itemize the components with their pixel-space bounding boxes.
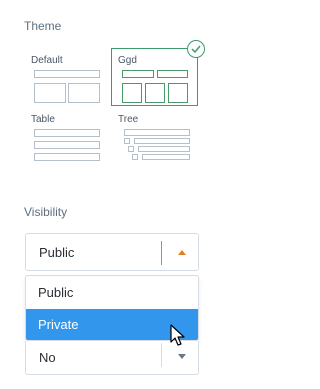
theme-option-ggd-label: Ggd	[118, 55, 137, 66]
tree-node	[124, 138, 130, 144]
layout-bar	[34, 141, 100, 149]
tree-node	[128, 146, 134, 152]
layout-block	[34, 83, 66, 103]
theme-option-table-label: Table	[31, 114, 55, 125]
tree-bar	[142, 154, 190, 160]
theme-option-tree[interactable]	[124, 129, 192, 163]
theme-option-ggd[interactable]	[122, 70, 190, 105]
chevron-down-icon[interactable]	[178, 354, 186, 359]
layout-bar	[34, 70, 100, 78]
layout-bar	[157, 70, 188, 78]
chevron-up-icon[interactable]	[178, 250, 186, 255]
check-icon	[187, 40, 205, 58]
layout-block	[168, 83, 188, 103]
theme-option-table[interactable]	[34, 129, 102, 163]
select-separator	[161, 241, 162, 265]
layout-bar	[34, 129, 100, 137]
tree-node	[132, 154, 138, 160]
mouse-cursor-icon	[170, 324, 185, 346]
layout-block	[68, 83, 100, 103]
theme-label: Theme	[24, 19, 62, 33]
visibility-current-value: Public	[39, 245, 75, 260]
select-separator	[161, 343, 162, 367]
no-select-value: No	[39, 350, 56, 365]
tree-root-bar	[124, 129, 190, 136]
theme-option-tree-label: Tree	[118, 114, 139, 125]
visibility-select[interactable]: Public	[25, 233, 199, 271]
theme-option-default[interactable]	[34, 70, 102, 105]
theme-option-default-label: Default	[31, 55, 63, 66]
tree-bar	[134, 138, 190, 144]
visibility-label: Visibility	[24, 205, 68, 219]
layout-block	[145, 83, 165, 103]
menu-item-public[interactable]: Public	[26, 277, 198, 309]
layout-bar	[122, 70, 154, 78]
layout-bar	[34, 153, 100, 161]
layout-block	[122, 83, 142, 103]
tree-bar	[138, 146, 190, 152]
